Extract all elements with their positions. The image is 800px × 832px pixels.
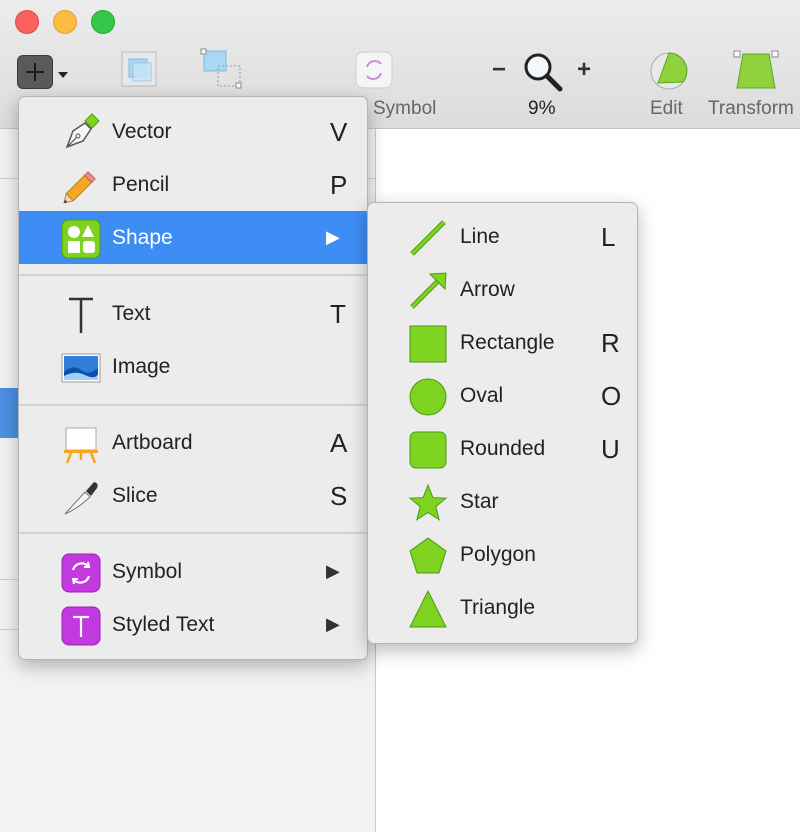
menu-separator — [19, 274, 367, 276]
menu-item-shape[interactable]: Shape ▶ — [19, 211, 367, 264]
menu-item-image[interactable]: Image — [19, 340, 367, 393]
menu-item-label: Shape — [112, 226, 173, 249]
menu-item-label: Artboard — [112, 431, 193, 454]
submenu-item-triangle[interactable]: Triangle — [368, 581, 637, 634]
submenu-arrow-icon: ▶ — [326, 561, 340, 581]
shortcut-key: U — [601, 434, 620, 464]
image-icon — [61, 353, 101, 383]
plus-icon — [26, 63, 44, 81]
ungroup-icon[interactable] — [200, 48, 246, 92]
group-icon[interactable] — [120, 50, 160, 90]
insert-button[interactable] — [17, 55, 53, 89]
menu-item-label: Pencil — [112, 173, 170, 196]
shapes-icon — [61, 219, 101, 259]
triangle-icon — [409, 589, 447, 628]
submenu-item-label: Polygon — [460, 543, 536, 566]
menu-item-label: Styled Text — [112, 613, 215, 636]
shortcut-key: V — [330, 117, 348, 147]
close-window-button[interactable] — [15, 10, 39, 34]
submenu-item-rounded[interactable]: Rounded U — [368, 422, 637, 475]
magnifier-icon — [524, 53, 563, 92]
menu-item-artboard[interactable]: Artboard A — [19, 416, 367, 469]
transform-label: Transform — [708, 98, 794, 119]
zoom-in-button[interactable]: + — [577, 56, 591, 84]
shape-submenu: Line L Arrow Rectangle R Oval O Rounded … — [367, 202, 638, 644]
shortcut-key: R — [601, 328, 620, 358]
submenu-item-polygon[interactable]: Polygon — [368, 528, 637, 581]
symbol-icon — [61, 553, 101, 593]
insert-menu: Vector V Pencil P Shape ▶ Text T Image A… — [18, 96, 368, 660]
menu-separator — [19, 404, 367, 406]
edit-path-icon[interactable] — [648, 50, 690, 92]
submenu-item-oval[interactable]: Oval O — [368, 369, 637, 422]
menu-item-text[interactable]: Text T — [19, 287, 367, 340]
menu-item-styled-text[interactable]: Styled Text ▶ — [19, 598, 367, 651]
pen-icon — [65, 113, 100, 149]
polygon-icon — [409, 537, 447, 574]
menu-item-label: Image — [112, 355, 171, 378]
submenu-arrow-icon: ▶ — [326, 614, 340, 634]
styled-text-icon — [61, 606, 101, 646]
selected-layer-row[interactable] — [0, 388, 20, 438]
rectangle-icon — [409, 325, 447, 363]
shortcut-key: P — [330, 170, 348, 200]
menu-separator — [19, 532, 367, 534]
transform-icon[interactable] — [733, 50, 779, 92]
shortcut-key: A — [330, 428, 348, 458]
shortcut-key: S — [330, 481, 348, 511]
star-icon — [408, 483, 448, 521]
menu-item-slice[interactable]: Slice S — [19, 469, 367, 522]
menu-item-label: Vector — [112, 120, 172, 143]
submenu-item-label: Triangle — [460, 596, 536, 619]
line-icon — [410, 220, 446, 256]
submenu-arrow-icon: ▶ — [326, 227, 340, 247]
shortcut-key: L — [601, 222, 616, 252]
zoom-out-button[interactable]: − — [492, 56, 506, 84]
submenu-item-label: Arrow — [460, 278, 515, 301]
text-icon — [69, 297, 93, 333]
arrow-icon — [410, 272, 447, 309]
rounded-rect-icon — [409, 431, 447, 469]
submenu-item-star[interactable]: Star — [368, 475, 637, 528]
submenu-item-label: Rectangle — [460, 331, 555, 354]
pencil-icon — [63, 171, 96, 204]
menu-item-pencil[interactable]: Pencil P — [19, 158, 367, 211]
symbol-toolbar-label: Symbol — [373, 98, 437, 119]
menu-item-label: Text — [112, 302, 151, 325]
submenu-item-label: Rounded — [460, 437, 546, 460]
submenu-item-arrow[interactable]: Arrow — [368, 263, 637, 316]
menu-item-label: Symbol — [112, 560, 183, 583]
submenu-item-label: Oval — [460, 384, 504, 407]
zoom-window-button[interactable] — [91, 10, 115, 34]
submenu-item-rectangle[interactable]: Rectangle R — [368, 316, 637, 369]
shortcut-key: O — [601, 381, 622, 411]
edit-label: Edit — [650, 98, 683, 119]
shortcut-key: T — [330, 299, 346, 329]
artboard-easel-icon — [64, 427, 98, 464]
oval-icon — [409, 378, 447, 416]
menu-item-symbol[interactable]: Symbol ▶ — [19, 545, 367, 598]
symbol-toolbar-icon[interactable] — [355, 51, 393, 89]
submenu-item-line[interactable]: Line L — [368, 210, 637, 263]
chevron-down-icon[interactable] — [58, 72, 68, 78]
menu-item-vector[interactable]: Vector V — [19, 105, 367, 158]
menu-item-label: Slice — [112, 484, 158, 507]
minimize-window-button[interactable] — [53, 10, 77, 34]
submenu-item-label: Line — [460, 225, 500, 248]
zoom-level: 9% — [528, 98, 556, 119]
submenu-item-label: Star — [460, 490, 499, 513]
knife-icon — [64, 482, 98, 515]
